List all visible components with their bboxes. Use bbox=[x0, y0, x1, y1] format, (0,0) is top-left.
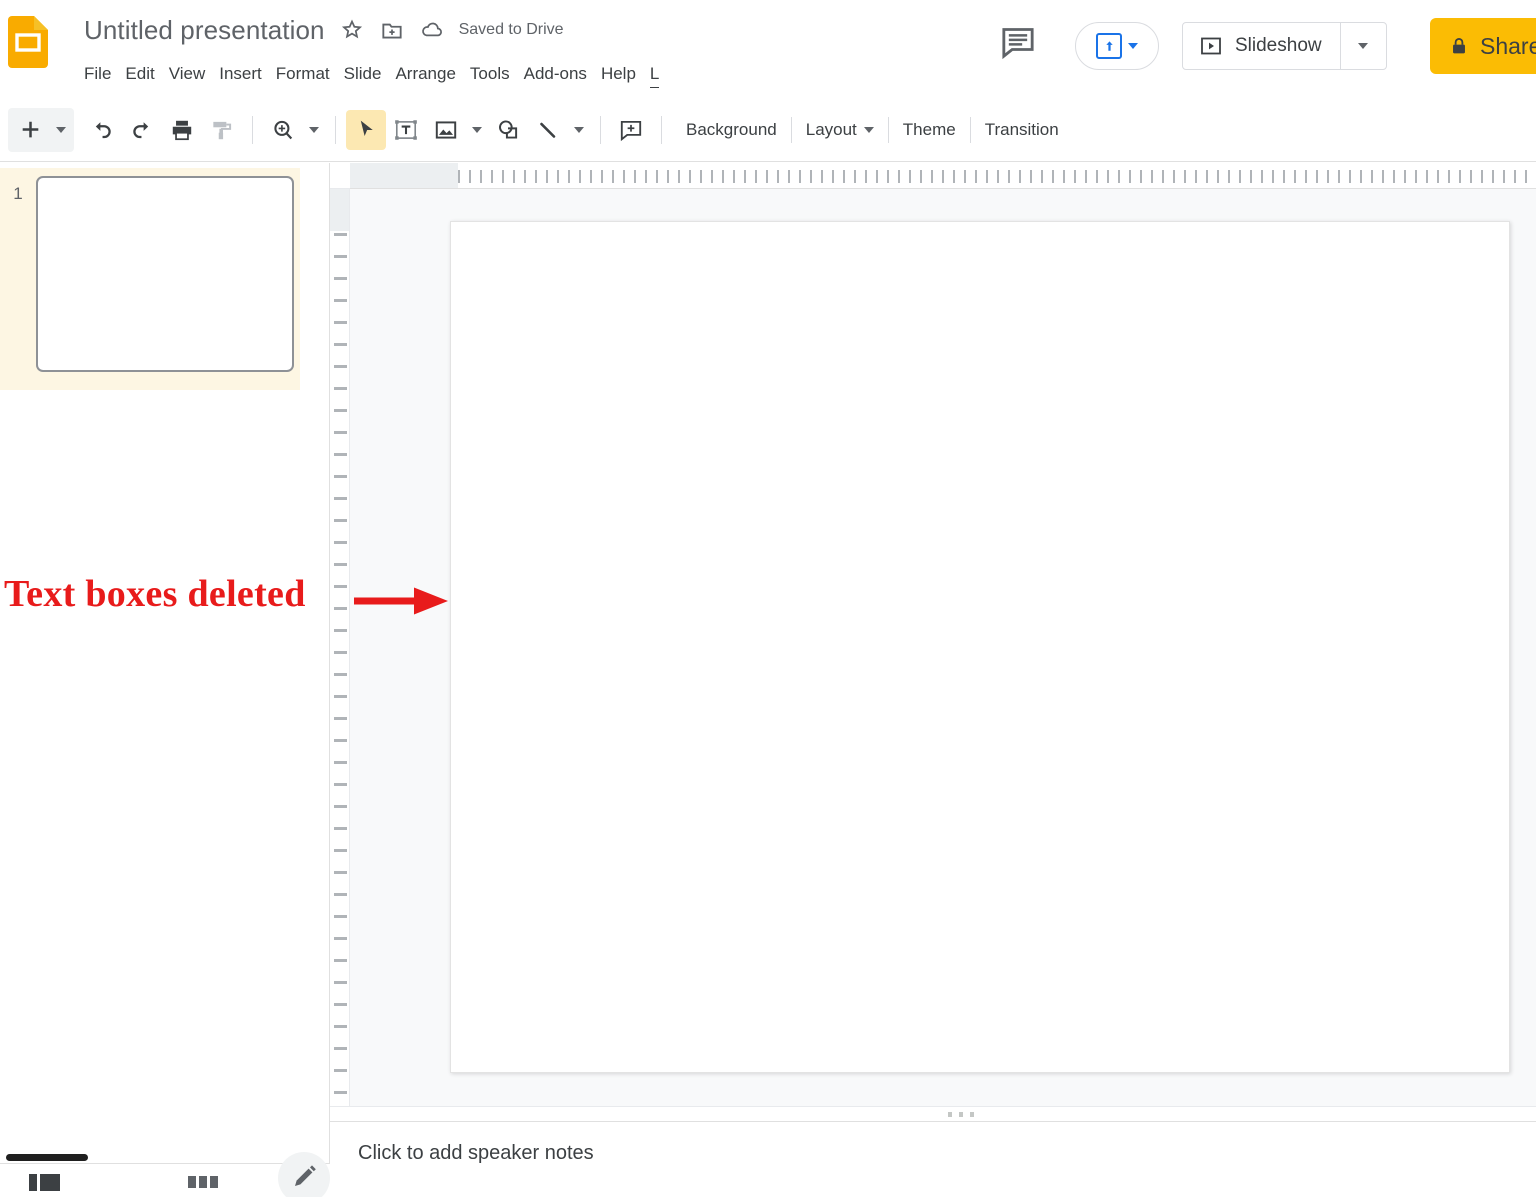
select-tool-button[interactable] bbox=[346, 109, 386, 150]
cloud-saved-icon[interactable] bbox=[419, 17, 445, 43]
filmstrip-bottom-bar bbox=[0, 1152, 330, 1197]
insert-image-dropdown[interactable] bbox=[466, 110, 488, 150]
google-slides-app: Untitled presentation Saved to Drive Fil… bbox=[0, 0, 1536, 1197]
document-title-row: Untitled presentation Saved to Drive bbox=[84, 10, 564, 50]
slideshow-label: Slideshow bbox=[1235, 35, 1322, 56]
menu-last-edit-truncated[interactable]: L bbox=[649, 61, 660, 88]
drag-handle-dots-icon[interactable] bbox=[948, 1112, 974, 1117]
undo-button[interactable] bbox=[82, 110, 122, 150]
menu-tools[interactable]: Tools bbox=[470, 61, 524, 87]
speaker-notes-placeholder[interactable]: Click to add speaker notes bbox=[358, 1142, 594, 1165]
vertical-ruler[interactable] bbox=[330, 189, 350, 1110]
text-box-icon bbox=[395, 119, 417, 140]
annotation-text: Text boxes deleted bbox=[4, 573, 306, 615]
vertical-ruler-ticks bbox=[334, 233, 347, 1110]
background-button[interactable]: Background bbox=[672, 114, 791, 146]
new-slide-dropdown[interactable] bbox=[50, 110, 72, 150]
slideshow-play-icon bbox=[1201, 37, 1221, 55]
new-slide-group[interactable] bbox=[8, 107, 74, 152]
save-status: Saved to Drive bbox=[458, 21, 564, 38]
present-button[interactable] bbox=[1075, 22, 1159, 70]
right-arrow-annotation bbox=[352, 585, 452, 622]
star-icon[interactable] bbox=[339, 17, 365, 43]
menu-file[interactable]: File bbox=[84, 61, 125, 87]
move-to-folder-icon[interactable] bbox=[379, 17, 405, 43]
transition-button[interactable]: Transition bbox=[971, 114, 1073, 146]
present-to-meeting-icon bbox=[1096, 33, 1122, 59]
horizontal-scrollbar[interactable] bbox=[6, 1154, 88, 1161]
select-cursor-icon bbox=[360, 120, 373, 137]
filmstrip-view-icon[interactable] bbox=[28, 1168, 62, 1197]
vertical-ruler-gray-block bbox=[330, 189, 349, 231]
slideshow-button-group: Slideshow bbox=[1182, 22, 1387, 70]
menu-view[interactable]: View bbox=[169, 61, 220, 87]
slide-thumbnail-item-1[interactable]: 1 bbox=[0, 168, 300, 390]
grid-view-icon[interactable] bbox=[186, 1168, 220, 1197]
menu-help[interactable]: Help bbox=[601, 61, 650, 87]
canvas-scroll-area[interactable] bbox=[350, 189, 1536, 1110]
menu-slide[interactable]: Slide bbox=[344, 61, 396, 87]
slide-editor-area bbox=[330, 163, 1536, 1110]
toolbar-divider-3 bbox=[600, 115, 601, 144]
notes-resize-divider[interactable] bbox=[330, 1106, 1536, 1122]
shape-icon bbox=[499, 119, 518, 139]
speaker-notes-pane[interactable]: Click to add speaker notes bbox=[330, 1122, 1536, 1197]
theme-button[interactable]: Theme bbox=[889, 114, 970, 146]
new-slide-button[interactable] bbox=[10, 110, 50, 150]
page-title[interactable]: Untitled presentation bbox=[84, 15, 325, 46]
menu-format[interactable]: Format bbox=[276, 61, 344, 87]
add-comment-button[interactable] bbox=[611, 110, 651, 150]
paint-format-icon bbox=[213, 121, 232, 139]
slide-thumbnail-preview[interactable] bbox=[36, 176, 294, 372]
zoom-button[interactable] bbox=[263, 110, 303, 150]
slide-number-label: 1 bbox=[13, 184, 23, 203]
print-icon bbox=[172, 120, 192, 140]
paint-format-button[interactable] bbox=[202, 110, 242, 150]
menu-insert[interactable]: Insert bbox=[219, 61, 276, 87]
comment-history-button[interactable] bbox=[998, 22, 1038, 62]
slideshow-button[interactable]: Slideshow bbox=[1183, 23, 1340, 69]
google-slides-logo[interactable] bbox=[8, 16, 48, 68]
toolbar-divider-2 bbox=[335, 115, 336, 144]
insert-line-button[interactable] bbox=[528, 110, 568, 150]
menu-arrange[interactable]: Arrange bbox=[395, 61, 469, 87]
slide-canvas[interactable] bbox=[450, 221, 1510, 1073]
insert-line-dropdown[interactable] bbox=[568, 110, 590, 150]
menu-edit[interactable]: Edit bbox=[125, 61, 168, 87]
lock-icon bbox=[1453, 38, 1465, 54]
print-button[interactable] bbox=[162, 110, 202, 150]
undo-icon bbox=[95, 121, 111, 138]
share-button[interactable]: Share bbox=[1430, 18, 1536, 74]
redo-icon bbox=[133, 121, 149, 138]
zoom-icon bbox=[274, 120, 293, 139]
insert-shape-button[interactable] bbox=[488, 110, 528, 150]
zoom-dropdown[interactable] bbox=[303, 110, 325, 150]
slide-filmstrip-panel: 1 bbox=[0, 163, 330, 1163]
main-toolbar: Background Layout Theme Transition bbox=[0, 98, 1536, 162]
menu-bar: File Edit View Insert Format Slide Arran… bbox=[84, 58, 660, 90]
chevron-down-icon bbox=[1358, 43, 1369, 49]
image-icon bbox=[435, 120, 457, 139]
layout-label: Layout bbox=[805, 119, 857, 139]
horizontal-ruler[interactable] bbox=[350, 163, 1536, 189]
line-icon bbox=[540, 122, 556, 138]
share-label: Share bbox=[1480, 32, 1536, 59]
chevron-down-icon bbox=[863, 126, 874, 133]
toolbar-divider-4 bbox=[661, 115, 662, 144]
text-box-button[interactable] bbox=[386, 110, 426, 150]
add-comment-icon bbox=[620, 120, 642, 141]
edit-fab-button[interactable] bbox=[276, 1150, 332, 1197]
chevron-down-icon[interactable] bbox=[1128, 43, 1138, 49]
insert-image-button[interactable] bbox=[426, 110, 466, 150]
redo-button[interactable] bbox=[122, 110, 162, 150]
toolbar-divider bbox=[252, 115, 253, 144]
ruler-corner bbox=[330, 163, 350, 189]
plus-icon bbox=[22, 121, 38, 138]
slideshow-dropdown-button[interactable] bbox=[1339, 23, 1386, 69]
horizontal-ruler-ticks bbox=[458, 170, 1536, 183]
app-header: Untitled presentation Saved to Drive Fil… bbox=[0, 0, 1536, 98]
layout-button[interactable]: Layout bbox=[792, 114, 888, 146]
menu-addons[interactable]: Add-ons bbox=[524, 61, 601, 87]
